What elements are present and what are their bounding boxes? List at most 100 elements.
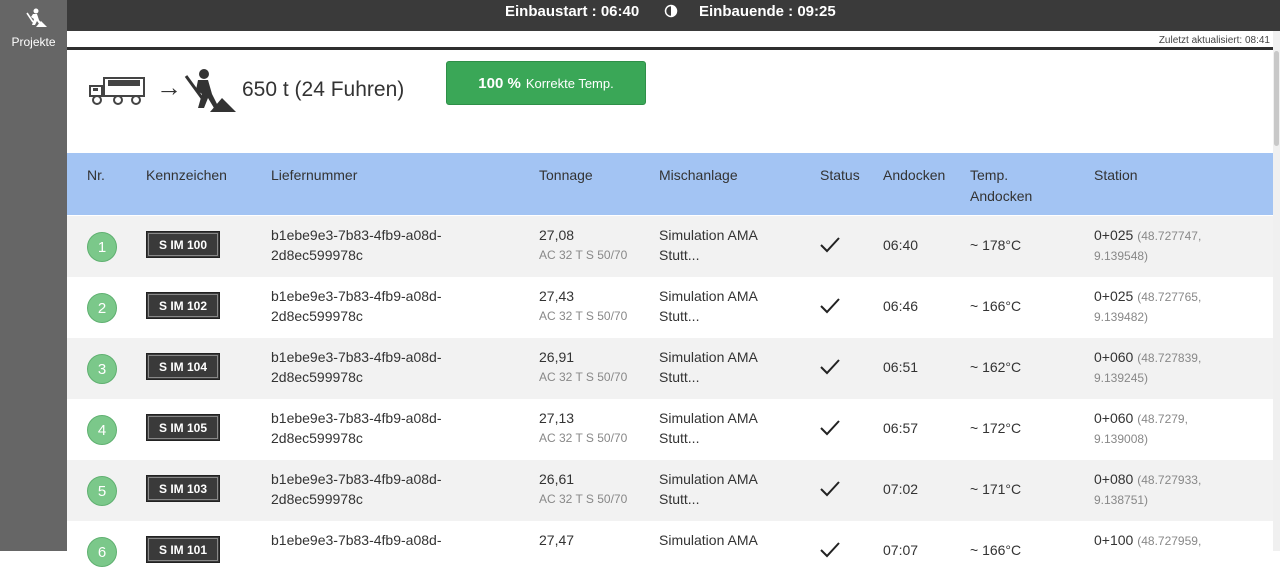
mix-type: AC 32 T S 50/70 (539, 309, 628, 323)
liefernummer-line2: 2d8ec599978c (271, 247, 363, 263)
station-value: 0+060 (1094, 410, 1134, 426)
station-coord-lat: (48.727839, (1137, 351, 1202, 365)
tonnage-value: 26,61 (539, 471, 575, 487)
liefernummer-line1: b1ebe9e3-7b83-4fb9-a08d- (271, 471, 442, 487)
liefernummer: b1ebe9e3-7b83-4fb9-a08d- 2d8ec599978c (271, 347, 441, 387)
row-number: 3 (87, 354, 117, 384)
plant-line2: Stutt... (659, 308, 700, 324)
row-number: 4 (87, 415, 117, 445)
header-andocken: Andocken (883, 167, 946, 183)
station-value: 0+100 (1094, 532, 1134, 548)
mix-type: AC 32 T S 50/70 (539, 431, 628, 445)
liefernummer-line1: b1ebe9e3-7b83-4fb9-a08d- (271, 410, 442, 426)
andocken-time: 06:57 (883, 420, 919, 436)
mischanlage: Simulation AMA Stutt... (659, 286, 758, 326)
station-value: 0+025 (1094, 288, 1134, 304)
tonnage-value: 26,91 (539, 349, 575, 365)
einbauende: Einbauende : 09:25 (699, 3, 836, 20)
plant-line2: Stutt... (659, 430, 700, 446)
plant-line2: Stutt... (659, 491, 700, 507)
station: 0+100 (48.727959, (1094, 530, 1201, 551)
plant-line1: Simulation AMA (659, 532, 758, 548)
station: 0+025 (48.727765, 9.139482) (1094, 286, 1201, 327)
checkmark-icon (819, 358, 841, 376)
table-row[interactable]: 5 S IM 103 b1ebe9e3-7b83-4fb9-a08d- 2d8ec59… (67, 460, 1273, 521)
plant-line2: Stutt... (659, 247, 700, 263)
mischanlage: Simulation AMA Stutt... (659, 225, 758, 265)
andocken-time: 06:40 (883, 237, 919, 253)
license-plate: S IM 104 (146, 353, 220, 380)
temperature-badge: 100 % Korrekte Temp. (446, 61, 646, 105)
road-worker-icon (176, 68, 236, 119)
checkmark-icon (819, 541, 841, 559)
header-mischanlage: Mischanlage (659, 167, 738, 183)
liefernummer-line2: 2d8ec599978c (271, 491, 363, 507)
temp-label: Korrekte Temp. (525, 75, 614, 91)
table-row[interactable]: 2 S IM 102 b1ebe9e3-7b83-4fb9-a08d- 2d8ec59… (67, 277, 1273, 338)
row-number: 6 (87, 537, 117, 567)
station-coord-lon: 9.138751) (1094, 493, 1149, 507)
andocken-time: 06:51 (883, 359, 919, 375)
mix-type: AC 32 T S 50/70 (539, 492, 628, 506)
header-temp-andocken-sub: Andocken (970, 188, 1033, 204)
station-coord-lon: 9.139008) (1094, 432, 1149, 446)
header-nr: Nr. (87, 167, 105, 183)
table-header: Nr. Kennzeichen Liefernummer Tonnage Mis… (67, 153, 1273, 215)
liefernummer-line1: b1ebe9e3-7b83-4fb9-a08d- (271, 227, 442, 243)
station: 0+060 (48.7279, 9.139008) (1094, 408, 1188, 449)
license-plate: S IM 102 (146, 292, 220, 319)
station-coord-lat: (48.727959, (1137, 534, 1202, 548)
table-row[interactable]: 4 S IM 105 b1ebe9e3-7b83-4fb9-a08d- 2d8ec59… (67, 399, 1273, 460)
tonnage-value: 27,13 (539, 410, 575, 426)
header-temp: Temp. (970, 167, 1009, 183)
einbaustart: Einbaustart : 06:40 (505, 3, 640, 20)
tonnage: 26,61 AC 32 T S 50/70 (539, 469, 627, 509)
header-station: Station (1094, 167, 1138, 183)
license-plate: S IM 105 (146, 414, 220, 441)
table-row[interactable]: 1 S IM 100 b1ebe9e3-7b83-4fb9-a08d- 2d8ec59… (67, 216, 1273, 277)
mischanlage: Simulation AMA Stutt... (659, 469, 758, 509)
sidebar-item-label: Projekte (11, 35, 56, 49)
mischanlage: Simulation AMA Stutt... (659, 408, 758, 448)
mix-type: AC 32 T S 50/70 (539, 370, 628, 384)
liefernummer-line1: b1ebe9e3-7b83-4fb9-a08d- (271, 349, 442, 365)
liefernummer: b1ebe9e3-7b83-4fb9-a08d- 2d8ec599978c (271, 286, 441, 326)
station-coord-lon: 9.139482) (1094, 310, 1149, 324)
liefernummer-line1: b1ebe9e3-7b83-4fb9-a08d- (271, 532, 442, 548)
total-tonnage: 650 t (24 Fuhren) (242, 78, 405, 101)
liefernummer: b1ebe9e3-7b83-4fb9-a08d- 2d8ec599978c (271, 469, 441, 509)
plant-line1: Simulation AMA (659, 349, 758, 365)
temp-andocken: ~ 166°C (970, 298, 1022, 314)
scrollbar-thumb[interactable] (1274, 51, 1279, 146)
checkmark-icon (819, 419, 841, 437)
station-coord-lon: 9.139245) (1094, 371, 1149, 385)
license-plate: S IM 103 (146, 475, 220, 502)
tonnage: 26,91 AC 32 T S 50/70 (539, 347, 627, 387)
tonnage-value: 27,08 (539, 227, 575, 243)
sidebar: Projekte (0, 0, 67, 551)
temp-percentage: 100 % (478, 74, 521, 92)
station: 0+025 (48.727747, 9.139548) (1094, 225, 1201, 266)
header-kennzeichen: Kennzeichen (146, 167, 227, 183)
checkmark-icon (819, 236, 841, 254)
station-coord-lat: (48.727765, (1137, 290, 1202, 304)
scrollbar[interactable] (1273, 31, 1280, 551)
liefernummer-line1: b1ebe9e3-7b83-4fb9-a08d- (271, 288, 442, 304)
header-temp-andocken: Temp. Andocken (970, 165, 1032, 207)
temp-andocken: ~ 166°C (970, 542, 1022, 558)
temp-andocken: ~ 171°C (970, 481, 1022, 497)
divider (67, 47, 1273, 50)
sidebar-item-projekte[interactable]: Projekte (0, 0, 67, 56)
table-row[interactable]: 3 S IM 104 b1ebe9e3-7b83-4fb9-a08d- 2d8ec59… (67, 338, 1273, 399)
row-number: 1 (87, 232, 117, 262)
table-row[interactable]: 6 S IM 101 b1ebe9e3-7b83-4fb9-a08d- 27,47 Si… (67, 521, 1273, 582)
tonnage: 27,13 AC 32 T S 50/70 (539, 408, 627, 448)
liefernummer: b1ebe9e3-7b83-4fb9-a08d- 2d8ec599978c (271, 225, 441, 265)
mix-type: AC 32 T S 50/70 (539, 248, 628, 262)
header-tonnage: Tonnage (539, 167, 593, 183)
row-number: 2 (87, 293, 117, 323)
tonnage: 27,47 (539, 530, 574, 550)
plant-line1: Simulation AMA (659, 471, 758, 487)
temp-andocken: ~ 172°C (970, 420, 1022, 436)
tonnage: 27,08 AC 32 T S 50/70 (539, 225, 627, 265)
